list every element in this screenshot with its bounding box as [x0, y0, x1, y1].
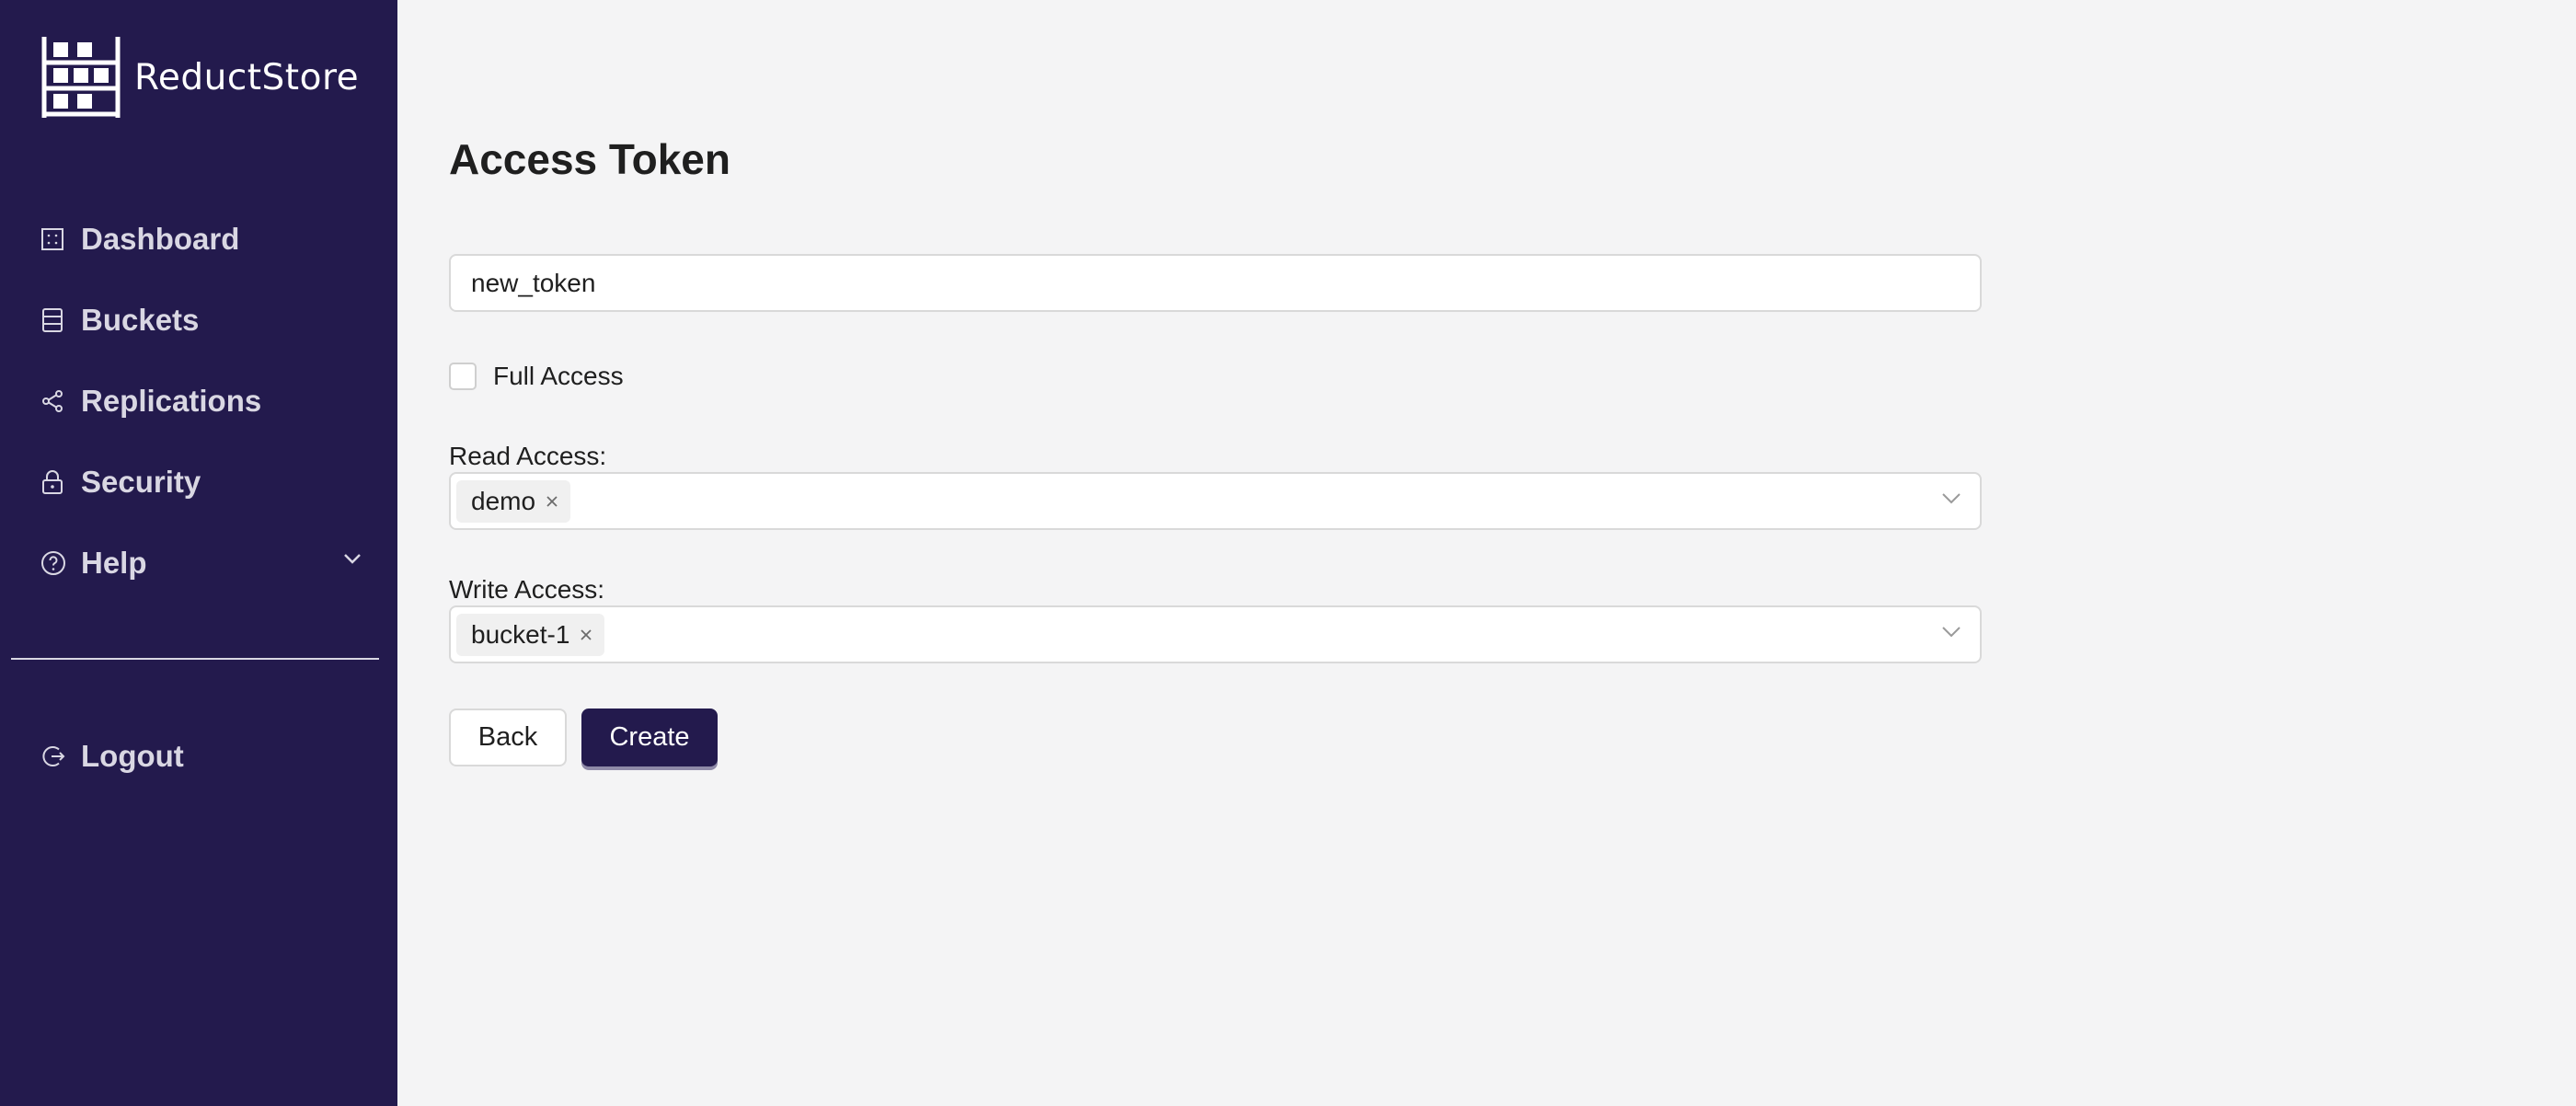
shelf-logo-icon — [41, 37, 121, 118]
sidebar-item-help[interactable]: Help — [40, 539, 362, 587]
sidebar-item-label: Dashboard — [81, 222, 240, 256]
sidebar-item-label: Buckets — [81, 303, 200, 337]
token-name-input[interactable] — [449, 254, 1982, 312]
sidebar-item-logout[interactable]: Logout — [40, 732, 362, 780]
create-button[interactable]: Create — [581, 709, 718, 766]
read-access-select[interactable]: demo — [449, 472, 1982, 530]
chevron-down-icon[interactable] — [1941, 626, 1961, 643]
app-name: ReductStore — [134, 56, 360, 98]
chevron-down-icon[interactable] — [342, 552, 362, 570]
sidebar-item-dashboard[interactable]: Dashboard — [40, 215, 362, 263]
app-logo[interactable]: ReductStore — [40, 37, 359, 118]
main-content: Access Token Full Access Read Access: de… — [397, 0, 2576, 1106]
close-icon[interactable] — [545, 494, 559, 509]
question-circle-icon — [40, 547, 74, 580]
read-access-tag: demo — [456, 479, 571, 523]
sidebar-item-replications[interactable]: Replications — [40, 377, 362, 425]
sidebar-item-label: Help — [81, 546, 147, 580]
read-access-label: Read Access: — [449, 442, 607, 470]
sidebar-item-label: Security — [81, 465, 201, 499]
full-access-label: Full Access — [493, 362, 624, 390]
share-icon — [40, 385, 74, 418]
back-button[interactable]: Back — [449, 709, 567, 766]
page-title: Access Token — [449, 135, 730, 183]
logout-icon — [40, 740, 74, 773]
dashboard-icon — [40, 223, 74, 256]
chevron-down-icon[interactable] — [1941, 492, 1961, 510]
full-access-checkbox[interactable] — [449, 363, 477, 390]
tag-label: demo — [471, 486, 536, 515]
sidebar-item-buckets[interactable]: Buckets — [40, 296, 362, 344]
database-icon — [40, 304, 74, 337]
sidebar-item-security[interactable]: Security — [40, 458, 362, 506]
sidebar-item-label: Replications — [81, 384, 262, 418]
sidebar-divider — [11, 658, 379, 660]
tag-label: bucket-1 — [471, 619, 570, 649]
sidebar: ReductStore Dashboard Buckets Replicatio… — [0, 0, 397, 1106]
write-access-select[interactable]: bucket-1 — [449, 605, 1982, 663]
write-access-tag: bucket-1 — [456, 613, 605, 656]
close-icon[interactable] — [579, 628, 593, 642]
lock-icon — [40, 466, 74, 499]
full-access-checkbox-row[interactable]: Full Access — [449, 362, 624, 391]
sidebar-item-label: Logout — [81, 739, 184, 773]
write-access-label: Write Access: — [449, 575, 605, 604]
